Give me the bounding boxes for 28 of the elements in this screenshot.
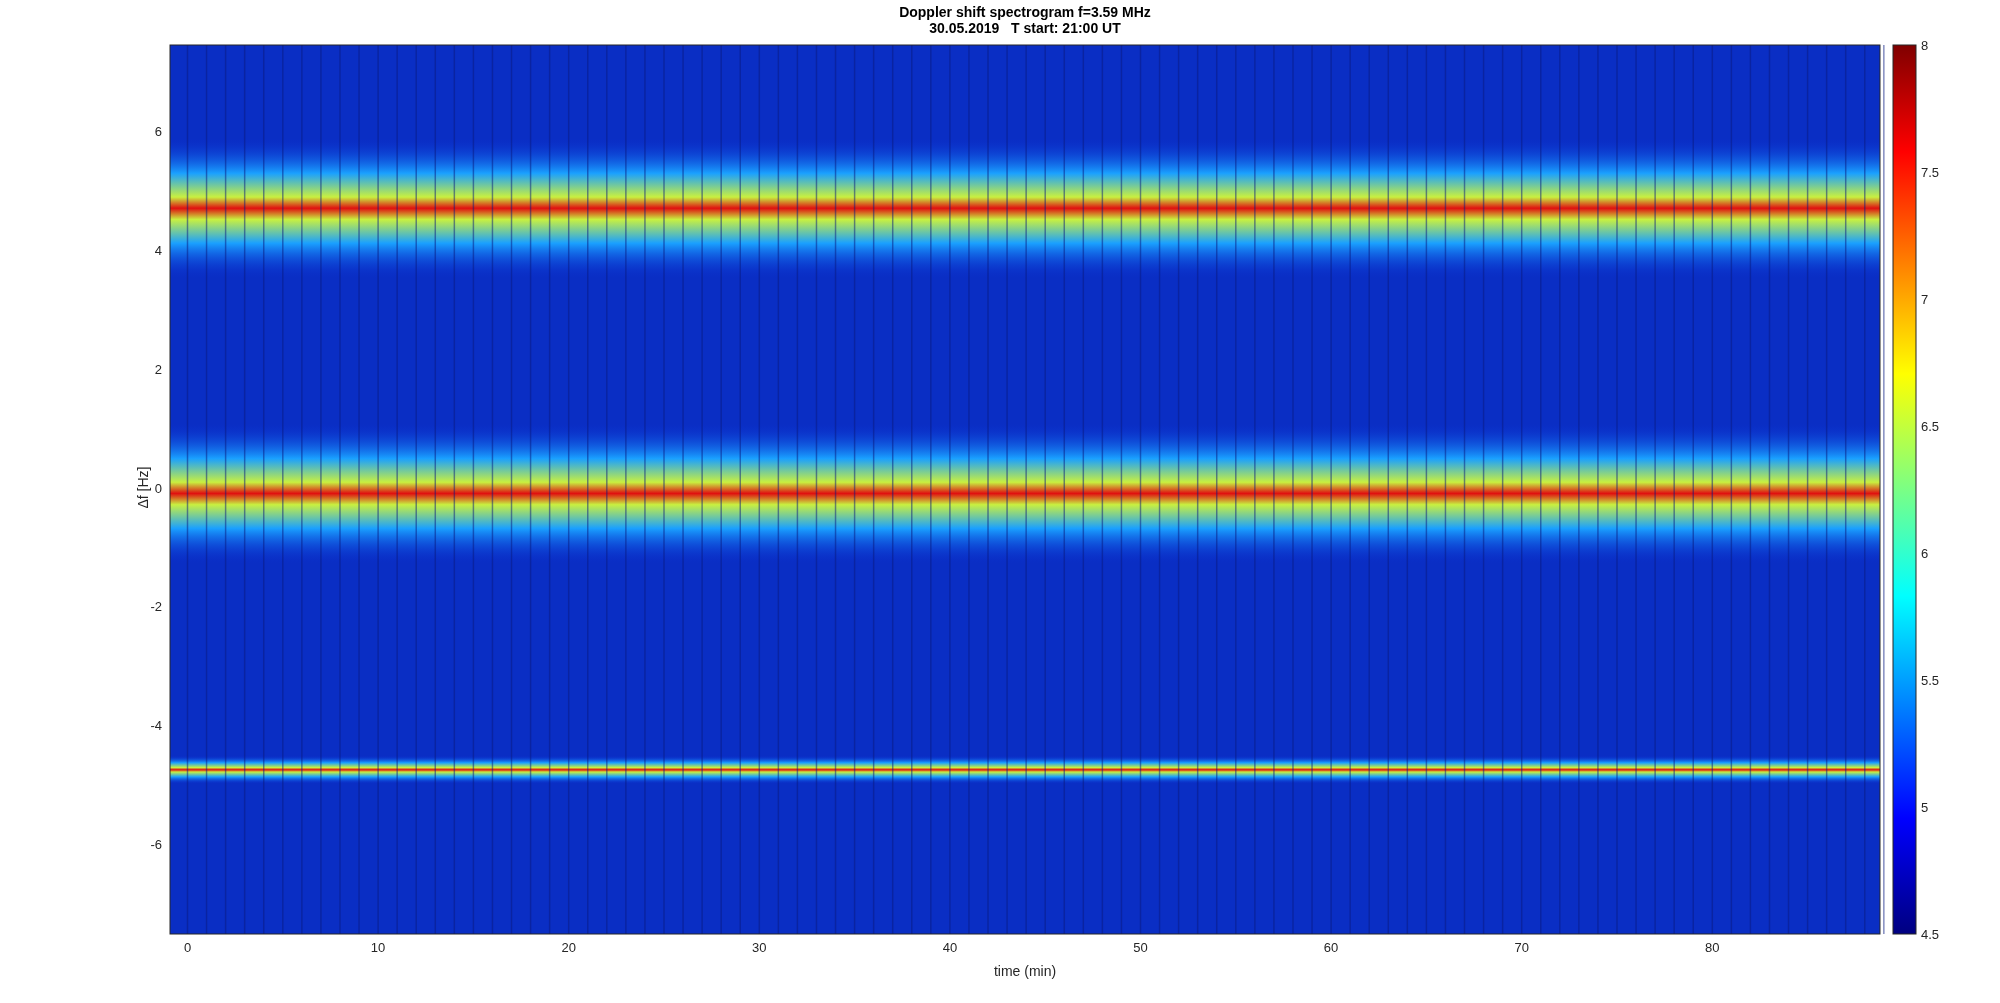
x-tick-label: 30 [752,940,767,955]
y-tick-label: -2 [150,599,162,615]
x-tick-label: 70 [1514,940,1529,955]
colorbar-tick-label: 6.5 [1921,419,1940,434]
x-tick-label: 80 [1705,940,1720,955]
y-tick-label: 0 [154,480,162,496]
colorbar-tick-label: 4.5 [1921,927,1940,942]
colorbar-tick-label: 6 [1921,546,1929,561]
colorbar-tick-label: 7.5 [1921,165,1940,180]
y-tick-label: -6 [150,837,162,853]
y-tick-label: 6 [154,124,162,139]
chart-title: Doppler shift spectrogram f=3.59 MHz [899,4,1151,20]
x-tick-label: 50 [1133,940,1148,955]
colorbar-tick-label: 5 [1921,800,1929,815]
colorbar-tick-label: 7 [1921,292,1929,307]
x-tick-label: 10 [370,940,386,955]
y-tick-label: -4 [150,718,162,734]
y-tick-label: 4 [154,242,162,258]
x-axis-label: time (min) [993,963,1057,979]
y-axis-label: Δf [Hz] [135,466,151,509]
x-tick-label: 60 [1323,940,1339,955]
colorbar-tick-label: 5.5 [1921,673,1940,688]
x-tick-label: 40 [942,940,958,955]
colorbar-tick-label: 8 [1921,38,1929,53]
x-tick-label: 20 [561,940,576,955]
x-tick-label: 0 [183,940,192,955]
chart-title: 30.05.2019 T start: 21:00 UT [929,20,1121,36]
y-tick-label: 2 [154,361,162,377]
